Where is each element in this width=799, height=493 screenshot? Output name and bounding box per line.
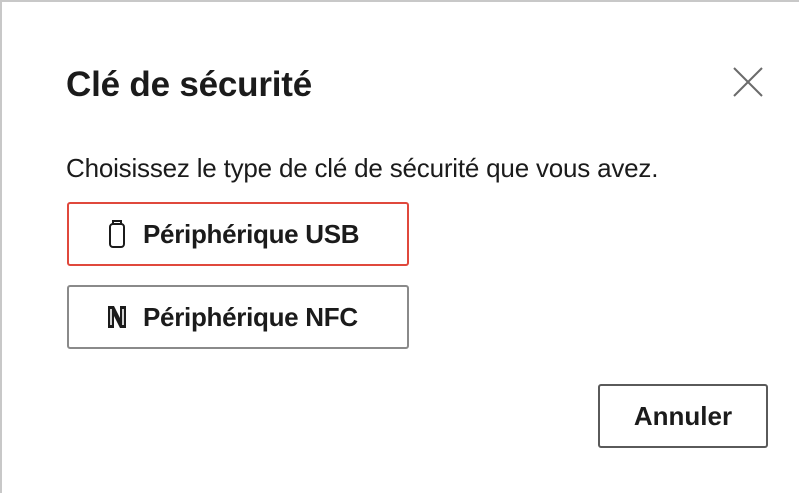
usb-key-icon <box>105 219 129 249</box>
nfc-icon <box>105 302 129 332</box>
option-nfc-label: Périphérique NFC <box>143 301 358 332</box>
option-usb-label: Périphérique USB <box>143 218 360 249</box>
option-usb-device[interactable]: Périphérique USB <box>67 202 409 266</box>
close-icon <box>733 67 763 97</box>
security-key-dialog: Clé de sécurité Choisissez le type de cl… <box>0 0 799 493</box>
dialog-prompt: Choisissez le type de clé de sécurité qu… <box>66 153 659 183</box>
close-button[interactable] <box>724 58 772 106</box>
cancel-button[interactable]: Annuler <box>598 384 768 448</box>
option-nfc-device[interactable]: Périphérique NFC <box>67 285 409 349</box>
dialog-title: Clé de sécurité <box>66 65 312 104</box>
